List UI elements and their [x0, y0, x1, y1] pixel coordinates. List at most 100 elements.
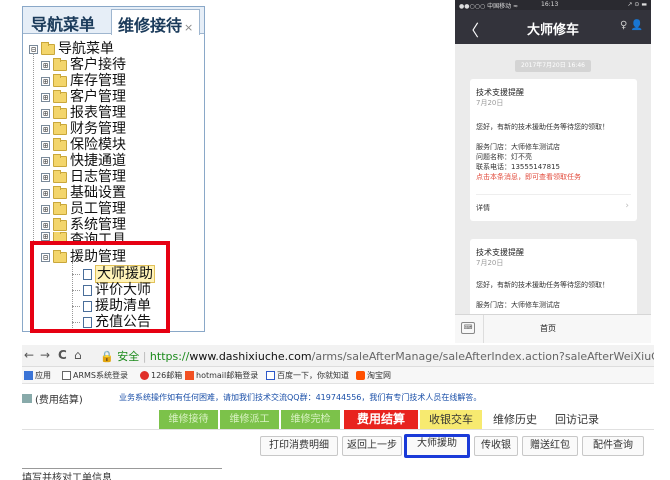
expand-icon[interactable]: ⊞ — [41, 204, 50, 214]
bookmark-arms[interactable]: ARMS系统登录 — [62, 370, 128, 381]
close-icon[interactable]: × — [184, 21, 193, 34]
send-to-cashier-button[interactable]: 传收银 — [474, 436, 518, 456]
support-notice: 业务系统操作如有任何困难，请加我们技术交流QQ群：419744556，我们有专门… — [119, 393, 482, 402]
back-icon[interactable]: ← — [24, 348, 34, 362]
apps-icon — [24, 371, 33, 380]
tab-followup-records[interactable]: 回访记录 — [546, 410, 608, 429]
bookmark-taobao[interactable]: 淘宝网 — [356, 370, 391, 381]
tab-repair-reception[interactable]: 维修接待 — [159, 410, 218, 429]
bottom-menu: ⌨ 首页 — [455, 314, 651, 343]
forward-icon[interactable]: → — [40, 348, 50, 362]
parts-query-button[interactable]: 配件查询 — [582, 436, 644, 456]
tree-item-label: 财务管理 — [70, 121, 126, 137]
home-icon[interactable]: ⌂ — [74, 348, 82, 362]
status-battery: ↗ ⊙ ▬ — [627, 1, 647, 8]
message-card[interactable]: 技术支援提醒 7月20日 您好，有新的技术援助任务等待您的领取！ 服务门店：大师… — [470, 239, 637, 319]
expand-icon[interactable]: ⊞ — [41, 156, 50, 166]
bookmark-label: 126邮箱 — [151, 371, 183, 380]
expand-icon[interactable]: ⊞ — [41, 172, 50, 182]
card-title: 技术支援提醒 — [476, 248, 524, 257]
tab-nav-menu[interactable]: 导航菜单 — [31, 11, 95, 35]
card-notice[interactable]: 点击本条消息，即可查看领取任务 — [476, 173, 632, 182]
red-highlight-box — [30, 241, 170, 333]
tab-repair-reception[interactable]: 维修接待 × — [111, 9, 201, 35]
status-bar: ●●○○○ 中国移动 ≈ 16:13 ↗ ⊙ ▬ — [455, 0, 651, 10]
tree-item[interactable]: ⊞ 基础设置 — [41, 185, 126, 201]
tree-root[interactable]: ⊟ 导航菜单 — [29, 41, 114, 57]
expand-icon[interactable]: ⊞ — [41, 140, 50, 150]
tab-repair-inspection[interactable]: 维修完检 — [281, 410, 340, 429]
expand-icon[interactable]: ⊞ — [41, 108, 50, 118]
app-header: 〈 大师修车 ♀ 👤 — [455, 10, 651, 44]
print-details-button[interactable]: 打印消费明细 — [260, 436, 338, 456]
tree-item-label: 基础设置 — [70, 185, 126, 201]
card-details-link[interactable]: 详情 — [476, 203, 490, 213]
tree-guide-line — [33, 53, 34, 245]
folder-icon — [53, 201, 67, 215]
chevron-right-icon: › — [625, 201, 629, 211]
expand-icon[interactable]: ⊞ — [41, 124, 50, 134]
bookmark-label: hotmail邮箱登录 — [196, 371, 259, 380]
expand-icon[interactable]: ⊞ — [41, 232, 50, 241]
keyboard-icon[interactable]: ⌨ — [461, 322, 475, 334]
bookmark-label: 百度一下，你就知道 — [277, 371, 349, 380]
tree-item-label: 员工管理 — [70, 201, 126, 217]
expand-icon[interactable]: ⊞ — [41, 188, 50, 198]
tree-item[interactable]: ⊞ 客户接待 — [41, 57, 126, 73]
master-help-button[interactable]: 大师援助 — [404, 434, 470, 458]
tab-fee-settlement[interactable]: 费用结算 — [344, 410, 418, 430]
tree-item[interactable]: ⊞ 保险模块 — [41, 137, 126, 153]
bookmark-label: ARMS系统登录 — [73, 371, 129, 380]
bookmark-126[interactable]: 126邮箱 — [140, 370, 182, 381]
mail-icon — [140, 371, 149, 380]
tree-item[interactable]: ⊞ 员工管理 — [41, 201, 126, 217]
home-menu-item[interactable]: 首页 — [540, 323, 556, 334]
tab-checkout-delivery[interactable]: 收银交车 — [420, 410, 482, 429]
expand-icon[interactable]: ⊞ — [41, 76, 50, 86]
card-date: 7月20日 — [476, 99, 504, 107]
bookmark-hotmail[interactable]: hotmail邮箱登录 — [185, 370, 258, 381]
tree-item-label: 客户接待 — [70, 57, 126, 73]
tree-item-label: 查询工具 — [70, 232, 126, 241]
bookmark-baidu[interactable]: 百度一下，你就知道 — [266, 370, 349, 381]
tree-item[interactable]: ⊞ 报表管理 — [41, 105, 126, 121]
status-carrier: ●●○○○ 中国移动 ≈ — [459, 3, 519, 10]
folder-icon — [53, 217, 67, 231]
gift-red-packet-button[interactable]: 赠送红包 — [522, 436, 578, 456]
baidu-icon — [266, 371, 275, 380]
browser-screenshot: ← → C ⌂ 🔒 安全 | https://www.dashixiuche.c… — [22, 345, 654, 480]
tree-item[interactable]: ⊞ 库存管理 — [41, 73, 126, 89]
folder-icon — [53, 185, 67, 199]
tree-item-label: 报表管理 — [70, 105, 126, 121]
card-shop: 服务门店：大师修车测试店 — [476, 143, 560, 151]
tree-item[interactable]: ⊞ 快捷通道 — [41, 153, 126, 169]
card-divider — [476, 194, 631, 195]
tree-item-label: 库存管理 — [70, 73, 126, 89]
tree-item-label: 快捷通道 — [70, 153, 126, 169]
url-field[interactable]: 🔒 安全 | https://www.dashixiuche.com/arms/… — [100, 348, 654, 364]
divider — [22, 429, 654, 430]
message-card[interactable]: 技术支援提醒 7月20日 您好，有新的技术援助任务等待您的领取！ 服务门店：大师… — [470, 79, 637, 221]
tree-root-label: 导航菜单 — [58, 41, 114, 57]
expand-icon[interactable]: ⊞ — [41, 92, 50, 102]
tab-repair-dispatch[interactable]: 维修派工 — [220, 410, 279, 429]
folder-icon — [53, 89, 67, 103]
profile-icon[interactable]: ♀ 👤 — [620, 20, 643, 31]
url-scheme: https:// — [149, 350, 190, 363]
expand-icon[interactable]: ⊞ — [41, 60, 50, 70]
bookmarks-bar: 应用 ARMS系统登录 126邮箱 hotmail邮箱登录 百度一下，你就知道 … — [22, 367, 654, 384]
address-bar: ← → C ⌂ 🔒 安全 | https://www.dashixiuche.c… — [22, 345, 654, 367]
form-section-title: 填写并核对工单信息 — [22, 468, 222, 480]
tab-repair-history[interactable]: 维修历史 — [484, 410, 546, 429]
back-step-button[interactable]: 返回上一步 — [342, 436, 402, 456]
card-phone: 联系电话：13555147815 — [476, 163, 560, 171]
tree-item[interactable]: ⊞ 系统管理 — [41, 217, 126, 233]
tree-item[interactable]: ⊞ 日志管理 — [41, 169, 126, 185]
tree-item[interactable]: ⊞ 查询工具 — [41, 232, 126, 241]
tree-item[interactable]: ⊞ 客户管理 — [41, 89, 126, 105]
expand-icon[interactable]: ⊞ — [41, 220, 50, 230]
tree-item[interactable]: ⊞ 财务管理 — [41, 121, 126, 137]
folder-icon — [53, 57, 67, 71]
reload-icon[interactable]: C — [58, 348, 67, 362]
bookmark-apps[interactable]: 应用 — [24, 370, 51, 381]
